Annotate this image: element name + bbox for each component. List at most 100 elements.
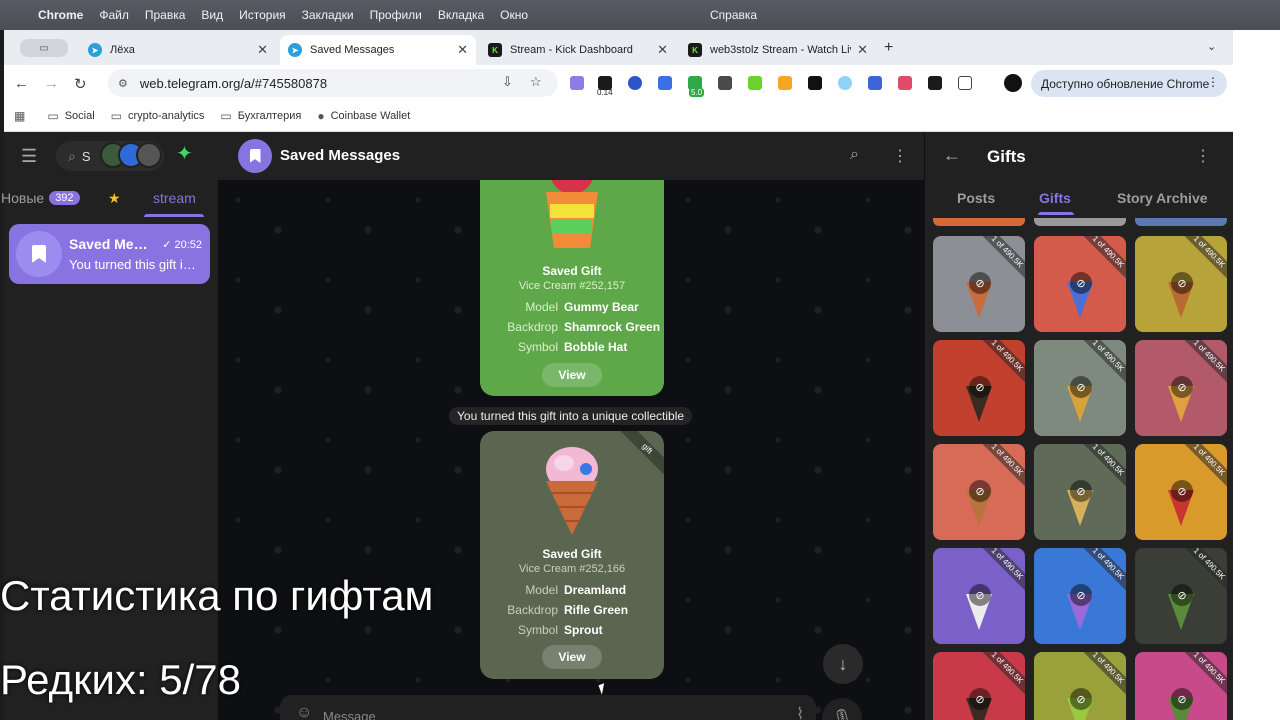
chat-list-item[interactable]: Saved Messages ✓ 20:52 You turned this g… (9, 224, 210, 284)
search-icon: ⌕ (68, 147, 76, 164)
extension-icon[interactable] (778, 76, 792, 90)
gift-tile[interactable]: 1 of 490.5K ⊘ (933, 236, 1025, 332)
extension-icon[interactable] (748, 76, 762, 90)
menu-file[interactable]: Файл (99, 8, 129, 22)
view-button[interactable]: View (542, 363, 602, 387)
menu-window[interactable]: Окно (500, 8, 528, 22)
kick-icon: K (688, 43, 702, 57)
emoji-icon[interactable]: ☺ (296, 704, 312, 720)
menu-history[interactable]: История (239, 8, 286, 22)
avatar[interactable] (1004, 74, 1022, 92)
bookmark-coinbase-wallet[interactable]: ● Coinbase Wallet (317, 109, 410, 123)
avatar[interactable] (238, 139, 272, 173)
bookmark-accounting[interactable]: ▭ Бухгалтерия (220, 109, 301, 123)
message-composer[interactable]: ☺ Message ⌇ (280, 695, 816, 720)
gift-tile[interactable]: 1 of 490.5K ⊘ (1135, 340, 1227, 436)
story-avatars[interactable] (100, 142, 162, 168)
gift-tile-partial[interactable] (1034, 218, 1126, 226)
scroll-down-icon[interactable]: ↓ (823, 644, 863, 684)
forward-icon[interactable]: → (44, 75, 59, 92)
tab-kick-dashboard[interactable]: K Stream - Kick Dashboard ✕ (480, 35, 676, 65)
attach-icon[interactable]: ⌇ (796, 704, 804, 720)
more-icon[interactable]: ⋮ (1207, 75, 1219, 89)
address-bar[interactable]: ⚙ web.telegram.org/a/#745580878 ⇩ ☆ (108, 69, 558, 97)
more-icon[interactable]: ⋮ (1195, 146, 1211, 166)
extension-icon[interactable] (718, 76, 732, 90)
hidden-eye-icon: ⊘ (1171, 480, 1193, 502)
tab-lyokha[interactable]: ➤ Лёха ✕ (80, 35, 276, 65)
chevron-down-icon[interactable]: ⌄ (1207, 40, 1216, 53)
site-settings-icon[interactable]: ⚙ (118, 77, 128, 90)
gift-card[interactable]: gift Saved Gift Vice Cream #252,166 Mode… (480, 431, 664, 679)
avatar[interactable] (136, 142, 162, 168)
tab-story-archive[interactable]: Story Archive (1117, 190, 1208, 206)
menu-tab[interactable]: Вкладка (438, 8, 484, 22)
extension-icon[interactable] (868, 76, 882, 90)
bookmark-social[interactable]: ▭ Social (47, 109, 94, 123)
extension-icon[interactable] (658, 76, 672, 90)
tab-gifts[interactable]: Gifts (1039, 190, 1071, 206)
message-input[interactable]: Message (323, 709, 376, 720)
extension-icon[interactable] (838, 76, 852, 90)
reload-icon[interactable]: ↻ (74, 75, 87, 93)
chat-title[interactable]: Saved Messages (280, 147, 400, 164)
url-text[interactable]: web.telegram.org/a/#745580878 (140, 76, 327, 91)
gift-tile[interactable]: 1 of 490.5K ⊘ (933, 340, 1025, 436)
back-icon[interactable]: ← (14, 75, 29, 92)
view-button[interactable]: View (542, 645, 602, 669)
gift-tile[interactable]: 1 of 490.5K ⊘ (1135, 444, 1227, 540)
back-arrow-icon[interactable]: ← (943, 145, 961, 166)
gift-tile[interactable]: 1 of 490.5K ⊘ (1135, 652, 1227, 720)
new-tab-icon[interactable]: + (884, 39, 893, 57)
close-icon[interactable]: ✕ (657, 42, 668, 58)
folder-new[interactable]: Новые 392 (1, 190, 80, 206)
gift-tile[interactable]: 1 of 490.5K ⊘ (1034, 652, 1126, 720)
menu-edit[interactable]: Правка (145, 8, 186, 22)
gift-tile-partial[interactable] (933, 218, 1025, 226)
gift-tile[interactable]: 1 of 490.5K ⊘ (1034, 340, 1126, 436)
tab-search-icon[interactable]: ▭ (20, 39, 68, 57)
gift-tile-partial[interactable] (1135, 218, 1227, 226)
folder-icon: ▭ (220, 109, 232, 123)
gift-tile[interactable]: 1 of 490.5K ⊘ (933, 652, 1025, 720)
extension-icon[interactable] (570, 76, 584, 90)
menu-bookmarks[interactable]: Закладки (302, 8, 354, 22)
close-icon[interactable]: ✕ (857, 42, 868, 58)
gift-tile[interactable]: 1 of 490.5K ⊘ (1034, 548, 1126, 644)
menu-view[interactable]: Вид (201, 8, 223, 22)
tab-saved-messages[interactable]: ➤ Saved Messages ✕ (280, 35, 476, 65)
menu-app[interactable]: Chrome (38, 8, 83, 22)
gift-tile[interactable]: 1 of 490.5K ⊘ (933, 444, 1025, 540)
search-icon[interactable]: ⌕ (850, 146, 859, 164)
close-icon[interactable]: ✕ (257, 42, 268, 58)
puzzle-icon[interactable] (958, 76, 972, 90)
folder-stream[interactable]: stream (153, 190, 196, 206)
menu-icon[interactable]: ☰ (21, 146, 37, 167)
bookmark-crypto-analytics[interactable]: ▭ crypto-analytics (111, 109, 205, 123)
install-app-icon[interactable]: ⇩ (502, 74, 513, 90)
overlay-caption-count: Редких: 5/78 (0, 656, 242, 703)
telegram-icon: ➤ (288, 43, 302, 57)
gift-tile[interactable]: 1 of 490.5K ⊘ (1034, 236, 1126, 332)
menu-profiles[interactable]: Профили (370, 8, 422, 22)
bookmark-icon (249, 149, 261, 163)
tab-posts[interactable]: Posts (957, 190, 995, 206)
gift-tile[interactable]: 1 of 490.5K ⊘ (1135, 236, 1227, 332)
chrome-update-button[interactable]: Доступно обновление Chrome ⋮ (1031, 70, 1227, 97)
folder-starred[interactable]: ★ (108, 190, 121, 207)
gift-tile[interactable]: 1 of 490.5K ⊘ (933, 548, 1025, 644)
more-icon[interactable]: ⋮ (892, 146, 908, 166)
apps-icon[interactable]: ▦ (14, 109, 31, 123)
gift-tile[interactable]: 1 of 490.5K ⊘ (1135, 548, 1227, 644)
extension-icon[interactable] (898, 76, 912, 90)
close-icon[interactable]: ✕ (457, 42, 468, 58)
stories-icon[interactable]: ✦ (176, 141, 193, 166)
gift-tile[interactable]: 1 of 490.5K ⊘ (1034, 444, 1126, 540)
tab-kick-stream[interactable]: K web3stolz Stream - Watch Live ✕ (680, 35, 876, 65)
extension-icon[interactable] (628, 76, 642, 90)
menu-help[interactable]: Справка (710, 8, 757, 22)
extension-icon[interactable] (808, 76, 822, 90)
gift-card[interactable]: Saved Gift Vice Cream #252,157 Model Gumm… (480, 162, 664, 396)
star-icon[interactable]: ☆ (530, 74, 542, 90)
extension-icon[interactable] (928, 76, 942, 90)
